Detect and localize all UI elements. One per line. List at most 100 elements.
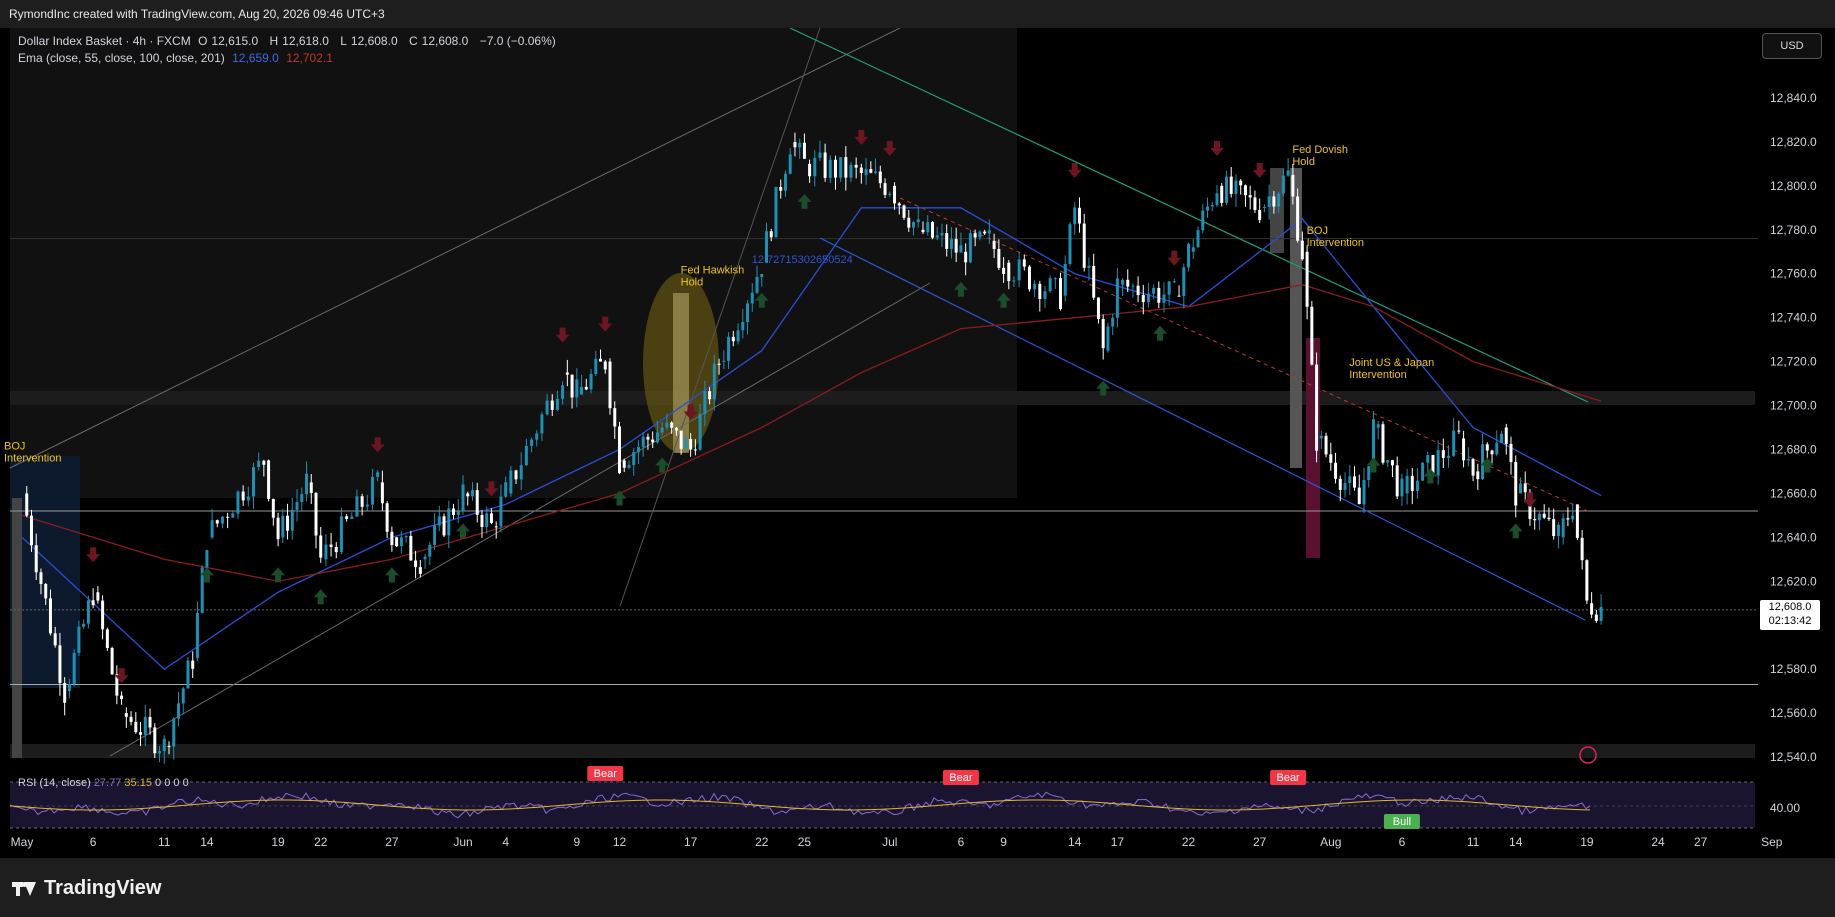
y-tick-label: 12,680.0 (1770, 442, 1817, 456)
candle-body (1201, 210, 1205, 231)
candle-body (798, 142, 802, 148)
candle-body (220, 516, 224, 524)
candle-body (545, 400, 549, 415)
candle-body (246, 496, 250, 501)
tradingview-logo[interactable]: TradingView (12, 877, 161, 900)
candle-body (433, 525, 437, 545)
annotation-label: Joint US & Japan Intervention (1349, 357, 1434, 381)
candle-body (555, 398, 559, 410)
candle-body (1239, 180, 1243, 186)
candle-body (355, 496, 359, 517)
candle-body (53, 633, 57, 646)
candle-body (380, 482, 384, 504)
x-tick-label: Jun (453, 835, 472, 849)
candle-body (874, 171, 878, 173)
candle-body (1101, 318, 1105, 349)
candle-body (1594, 614, 1598, 621)
sell-arrow-icon (1209, 140, 1224, 156)
candle-body (940, 233, 944, 236)
rsi-value: 27.77 (93, 777, 122, 789)
candle-body (859, 167, 863, 173)
candle-body (1405, 475, 1409, 494)
candle-body (1518, 483, 1522, 494)
candle-body (215, 520, 219, 524)
candle-body (1187, 243, 1191, 268)
ohlc-low: L 12,608.0 (340, 34, 398, 48)
candle-body (828, 159, 832, 178)
x-tick-label: 14 (1068, 835, 1082, 849)
candle-body (44, 584, 48, 599)
candle-body (1329, 454, 1333, 463)
candle-body (760, 274, 764, 277)
candle-body (48, 598, 52, 634)
buy-arrow-icon (456, 523, 471, 539)
candle-body (1017, 259, 1021, 281)
candle-body (447, 508, 451, 536)
candle-body (580, 386, 584, 395)
x-tick-label: 17 (1111, 835, 1125, 849)
x-tick-label: 19 (1580, 835, 1594, 849)
candle-body (954, 239, 958, 253)
y-tick-label: 12,560.0 (1770, 706, 1817, 720)
candle-body (1400, 478, 1404, 497)
candle-body (1073, 207, 1077, 225)
candle-body (385, 503, 389, 532)
candle-body (300, 494, 304, 503)
candle-body (599, 358, 603, 362)
candle-body (655, 432, 659, 443)
candle-body (535, 433, 539, 440)
candle-body (1300, 240, 1304, 260)
candle-body (276, 517, 280, 540)
y-tick-label: 12,580.0 (1770, 662, 1817, 676)
candle-body (286, 515, 290, 531)
x-tick-label: 19 (271, 835, 285, 849)
candle-body (1087, 265, 1091, 268)
y-tick-label: 12,640.0 (1770, 530, 1817, 544)
candle-body (921, 229, 925, 233)
candle-body (101, 600, 105, 630)
x-tick-label: 6 (958, 835, 965, 849)
candle-body (783, 173, 787, 191)
candle-body (191, 660, 195, 669)
candle-body (1441, 450, 1445, 459)
candle-body (29, 515, 33, 546)
x-tick-label: 9 (1000, 835, 1007, 849)
candle-body (1177, 295, 1181, 297)
y-tick-label: 12,820.0 (1770, 135, 1817, 149)
x-tick-label: 11 (158, 835, 171, 849)
candle-body (665, 422, 669, 428)
price-chart[interactable]: BOJ InterventionFed Hawkish HoldFed Dovish… (0, 28, 1835, 858)
candle-body (1462, 438, 1466, 461)
candle-body (1191, 247, 1195, 252)
candle-body (226, 516, 230, 518)
candle-body (949, 239, 953, 249)
candle-body (1262, 206, 1266, 208)
currency-button[interactable]: USD (1762, 33, 1822, 59)
candle-body (485, 513, 489, 527)
ema-label: Ema (close, 55, close, 100, close, 201) (18, 51, 225, 65)
annotation-label: BOJ Intervention (1307, 225, 1364, 249)
buy-arrow-icon (1423, 468, 1438, 484)
candle-body (987, 230, 991, 234)
y-tick-label: 12,660.0 (1770, 486, 1817, 500)
candle-body (741, 321, 745, 331)
candle-body (1121, 279, 1125, 285)
y-tick-label: 12,840.0 (1770, 91, 1817, 105)
boj-bar-may (12, 498, 22, 758)
candle-body (854, 164, 858, 168)
candle-body (162, 738, 166, 752)
x-tick-label: 6 (1399, 835, 1406, 849)
tradingview-logo-icon (12, 881, 38, 896)
x-tick-label: 9 (573, 835, 580, 849)
candle-body (120, 695, 124, 700)
top-bar: RymondInc created with TradingView.com, … (0, 0, 1835, 28)
candle-body (480, 514, 484, 527)
candle-body (561, 385, 565, 399)
candle-body (499, 496, 503, 527)
candle-body (1353, 476, 1357, 488)
candle-body (295, 502, 299, 510)
candle-body (1068, 224, 1072, 264)
candle-body (589, 374, 593, 390)
candle-body (613, 408, 617, 427)
candle-body (646, 436, 650, 440)
